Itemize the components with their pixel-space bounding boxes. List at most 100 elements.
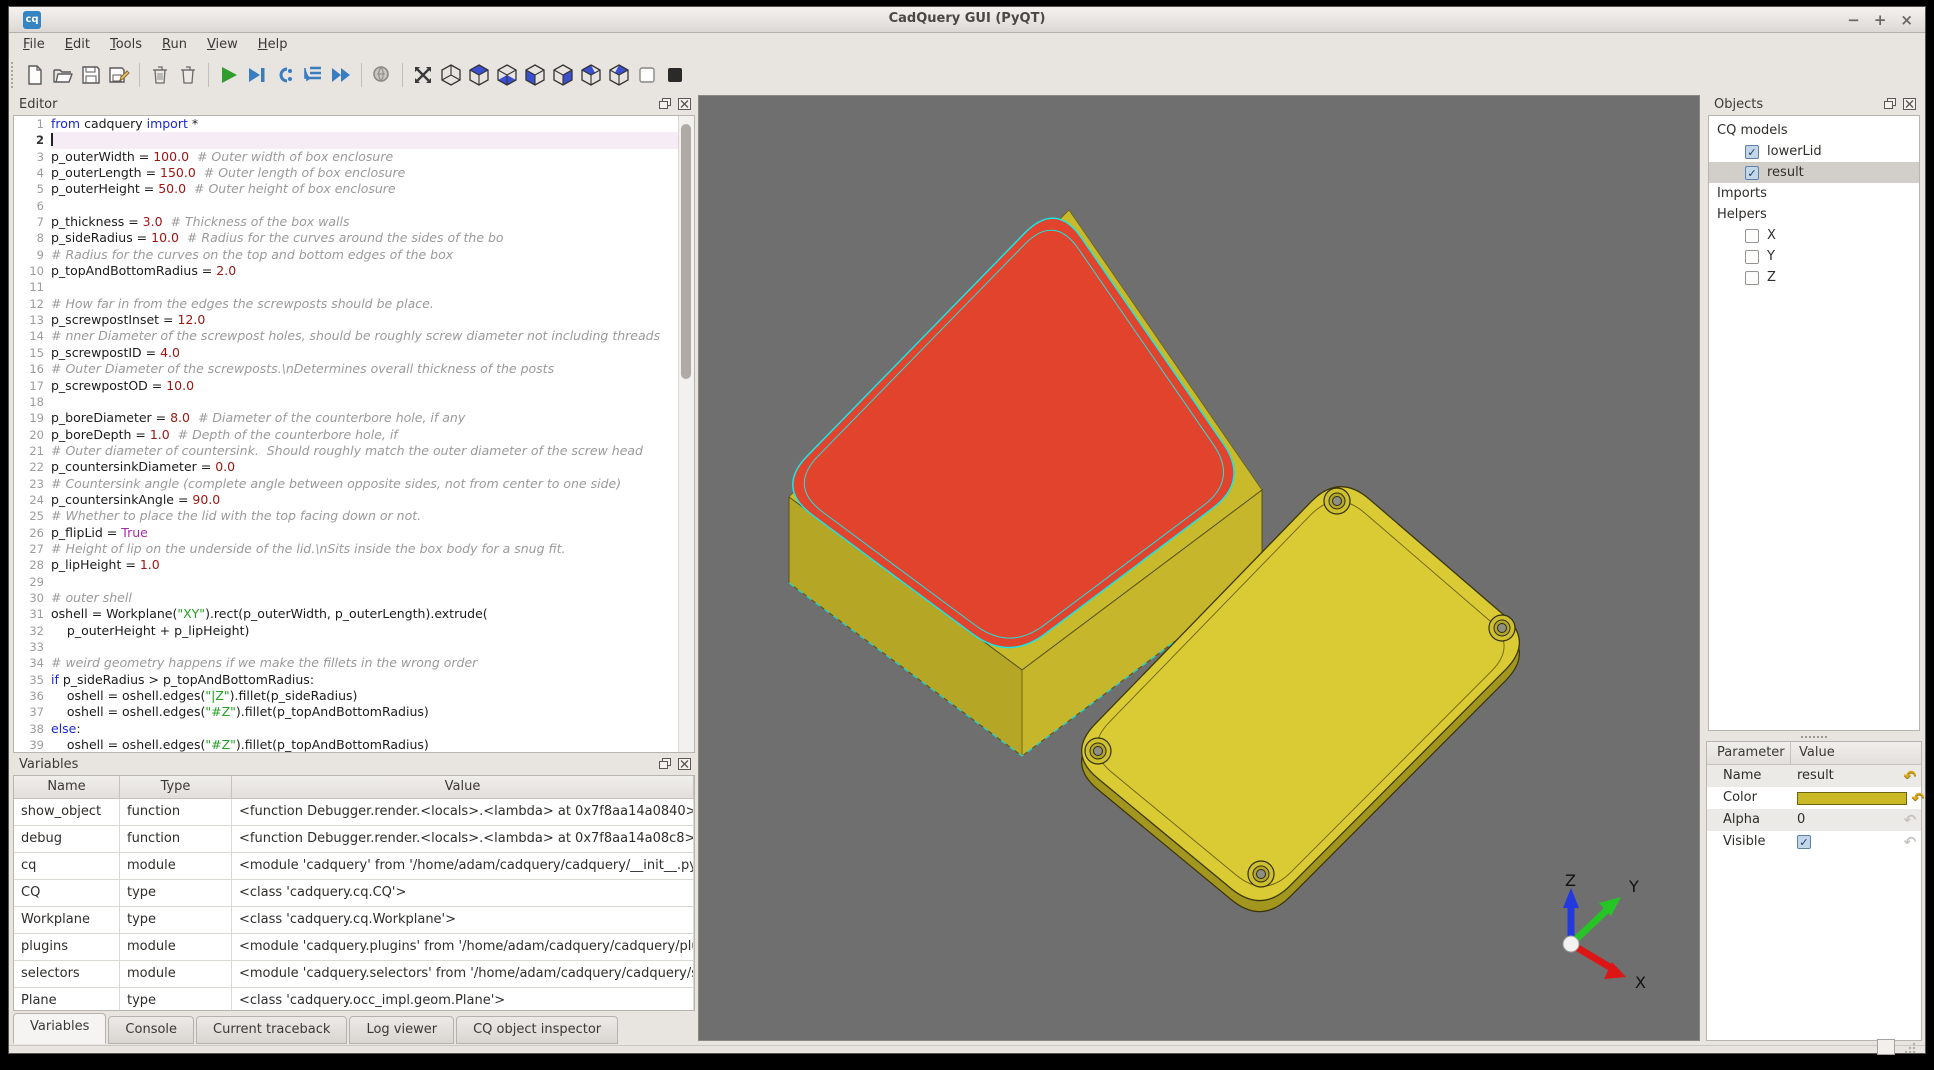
parameter-value[interactable]: result (1797, 765, 1899, 787)
save-icon[interactable] (77, 61, 105, 89)
code-line[interactable]: 21# Outer diameter of countersink. Shoul… (14, 443, 679, 459)
code-line[interactable]: 39 oshell = oshell.edges("#Z").fillet(p_… (14, 737, 679, 752)
table-row[interactable]: CQtype<class 'cadquery.cq.CQ'> (14, 880, 694, 907)
title-bar[interactable]: cq CadQuery GUI (PyQT) − + × (9, 7, 1925, 33)
code-line[interactable]: 32 p_outerHeight + p_lipHeight) (14, 623, 679, 639)
table-row[interactable]: debugfunction<function Debugger.render.<… (14, 826, 694, 853)
view-front-icon[interactable] (521, 61, 549, 89)
close-panel-icon[interactable] (1903, 98, 1916, 110)
toolbar-drag-handle[interactable] (11, 62, 21, 88)
parameter-row-name[interactable]: Nameresult↶ (1707, 765, 1921, 787)
table-row[interactable]: Planetype<class 'cadquery.occ_impl.geom.… (14, 988, 694, 1011)
menu-run[interactable]: Run (152, 33, 197, 57)
code-line[interactable]: 22p_countersinkDiameter = 0.0 (14, 459, 679, 475)
tree-group-imports[interactable]: Imports (1709, 183, 1919, 204)
code-line[interactable]: 12# How far in from the edges the screwp… (14, 296, 679, 312)
code-line[interactable]: 17p_screwpostOD = 10.0 (14, 378, 679, 394)
tree-item-y[interactable]: Y (1709, 246, 1919, 267)
code-line[interactable]: 23# Countersink angle (complete angle be… (14, 476, 679, 492)
fit-all-icon[interactable] (409, 61, 437, 89)
code-line[interactable]: 20p_boreDepth = 1.0 # Depth of the count… (14, 427, 679, 443)
code-line[interactable]: 30# outer shell (14, 590, 679, 606)
inspect-icon[interactable] (368, 61, 396, 89)
close-panel-icon[interactable] (678, 758, 691, 770)
float-panel-icon[interactable] (659, 98, 672, 110)
menu-help[interactable]: Help (248, 33, 298, 57)
code-line[interactable]: 3p_outerWidth = 100.0 # Outer width of b… (14, 149, 679, 165)
clear-icon[interactable] (146, 61, 174, 89)
code-line[interactable]: 26p_flipLid = True (14, 525, 679, 541)
table-row[interactable]: show_objectfunction<function Debugger.re… (14, 799, 694, 826)
minimize-icon[interactable]: − (1847, 9, 1860, 31)
tree-group-helpers[interactable]: Helpers (1709, 204, 1919, 225)
view-iso-icon[interactable] (437, 61, 465, 89)
code-line[interactable]: 28p_lipHeight = 1.0 (14, 557, 679, 573)
undo-icon[interactable]: ↶ (1907, 787, 1929, 809)
shaded-mode-icon[interactable] (661, 61, 689, 89)
checkbox[interactable] (1745, 229, 1759, 243)
tree-item-z[interactable]: Z (1709, 267, 1919, 288)
code-line[interactable]: 31oshell = Workplane("XY").rect(p_outerW… (14, 606, 679, 622)
code-line[interactable]: 19p_boreDiameter = 8.0 # Diameter of the… (14, 410, 679, 426)
code-editor[interactable]: 1from cadquery import *23p_outerWidth = … (14, 116, 679, 752)
code-line[interactable]: 35if p_sideRadius > p_topAndBottomRadius… (14, 672, 679, 688)
step-list-icon[interactable] (299, 61, 327, 89)
code-line[interactable]: 11 (14, 279, 679, 295)
code-line[interactable]: 34# weird geometry happens if we make th… (14, 655, 679, 671)
code-line[interactable]: 7p_thickness = 3.0 # Thickness of the bo… (14, 214, 679, 230)
debug-icon[interactable] (243, 61, 271, 89)
code-line[interactable]: 29 (14, 574, 679, 590)
editor-scrollbar-thumb[interactable] (681, 124, 691, 379)
maximize-icon[interactable]: + (1874, 9, 1887, 31)
code-line[interactable]: 5p_outerHeight = 50.0 # Outer height of … (14, 181, 679, 197)
objects-tree[interactable]: CQ models✓lowerLid✓resultImportsHelpersX… (1708, 115, 1920, 731)
table-row[interactable]: cqmodule<module 'cadquery' from '/home/a… (14, 853, 694, 880)
code-line[interactable]: 18 (14, 394, 679, 410)
new-file-icon[interactable] (21, 61, 49, 89)
tree-item-lowerlid[interactable]: ✓lowerLid (1709, 141, 1919, 162)
step-icon[interactable] (271, 61, 299, 89)
code-line[interactable]: 6 (14, 198, 679, 214)
column-header-value[interactable]: Value (232, 776, 694, 798)
parameter-value[interactable]: 0 (1797, 809, 1899, 831)
tab-cq-object-inspector[interactable]: CQ object inspector (456, 1016, 618, 1044)
code-line[interactable]: 36 oshell = oshell.edges("|Z").fillet(p_… (14, 688, 679, 704)
editor-scrollbar[interactable] (678, 116, 694, 752)
parameter-row-visible[interactable]: Visible✓↶ (1707, 831, 1921, 853)
menu-file[interactable]: File (13, 33, 55, 57)
code-line[interactable]: 38else: (14, 721, 679, 737)
code-line[interactable]: 4p_outerLength = 150.0 # Outer length of… (14, 165, 679, 181)
close-icon[interactable]: × (1900, 9, 1913, 31)
menu-edit[interactable]: Edit (55, 33, 100, 57)
tree-group-cq-models[interactable]: CQ models (1709, 120, 1919, 141)
view-bottom-icon[interactable] (493, 61, 521, 89)
code-line[interactable]: 37 oshell = oshell.edges("#Z").fillet(p_… (14, 704, 679, 720)
undo-icon[interactable]: ↶ (1899, 765, 1921, 787)
view-back-icon[interactable] (549, 61, 577, 89)
code-line[interactable]: 10p_topAndBottomRadius = 2.0 (14, 263, 679, 279)
code-line[interactable]: 33 (14, 639, 679, 655)
open-file-icon[interactable] (49, 61, 77, 89)
checkbox[interactable]: ✓ (1745, 166, 1759, 180)
view-left-icon[interactable] (577, 61, 605, 89)
checkbox[interactable] (1745, 271, 1759, 285)
table-row[interactable]: selectorsmodule<module 'cadquery.selecto… (14, 961, 694, 988)
variables-table[interactable]: show_objectfunction<function Debugger.re… (14, 799, 694, 1011)
code-line[interactable]: 16# Outer Diameter of the screwposts.\nD… (14, 361, 679, 377)
close-panel-icon[interactable] (678, 98, 691, 110)
parameter-row-color[interactable]: Color↶ (1707, 787, 1921, 809)
table-row[interactable]: pluginsmodule<module 'cadquery.plugins' … (14, 934, 694, 961)
menu-view[interactable]: View (197, 33, 248, 57)
code-line[interactable]: 27# Height of lip on the underside of th… (14, 541, 679, 557)
tab-console[interactable]: Console (108, 1016, 194, 1044)
tab-current-traceback[interactable]: Current traceback (196, 1016, 347, 1044)
code-line[interactable]: 2 (14, 132, 679, 148)
parameter-value[interactable] (1797, 792, 1907, 805)
continue-icon[interactable] (327, 61, 355, 89)
checkbox[interactable]: ✓ (1745, 145, 1759, 159)
column-header-type[interactable]: Type (120, 776, 232, 798)
viewport-3d[interactable]: Z Y X (698, 95, 1700, 1041)
view-top-icon[interactable] (465, 61, 493, 89)
code-line[interactable]: 15p_screwpostID = 4.0 (14, 345, 679, 361)
column-header-name[interactable]: Name (14, 776, 120, 798)
